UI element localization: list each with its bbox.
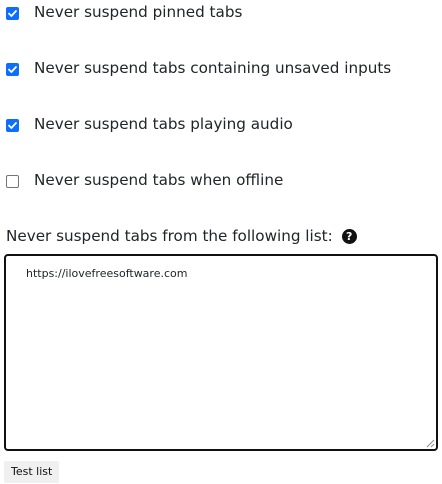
pinned-tabs-checkbox[interactable] <box>6 6 19 20</box>
whitelist-label: Never suspend tabs from the following li… <box>6 227 333 245</box>
playing-audio-label: Never suspend tabs playing audio <box>34 115 293 133</box>
checkmark-icon <box>8 9 17 17</box>
option-never-suspend-unsaved-inputs[interactable]: Never suspend tabs containing unsaved in… <box>6 57 391 79</box>
checkmark-icon <box>8 121 17 129</box>
whitelist-label-row: Never suspend tabs from the following li… <box>6 225 357 247</box>
playing-audio-checkbox[interactable] <box>6 118 19 132</box>
unsaved-inputs-label: Never suspend tabs containing unsaved in… <box>34 59 392 77</box>
offline-label: Never suspend tabs when offline <box>34 171 284 189</box>
whitelist-textarea-value: https://ilovefreesoftware.com <box>26 267 188 280</box>
whitelist-textarea[interactable]: https://ilovefreesoftware.com <box>4 254 438 451</box>
resize-grip-icon[interactable] <box>425 438 435 448</box>
unsaved-inputs-checkbox[interactable] <box>6 62 19 76</box>
test-list-button[interactable]: Test list <box>4 461 60 483</box>
pinned-tabs-label: Never suspend pinned tabs <box>34 3 243 21</box>
offline-checkbox[interactable] <box>6 174 19 188</box>
option-never-suspend-playing-audio[interactable]: Never suspend tabs playing audio <box>6 113 293 135</box>
question-circle-icon[interactable]: ? <box>341 228 357 244</box>
option-never-suspend-offline[interactable]: Never suspend tabs when offline <box>6 169 283 191</box>
option-never-suspend-pinned[interactable]: Never suspend pinned tabs <box>6 1 242 23</box>
checkmark-icon <box>8 65 17 73</box>
